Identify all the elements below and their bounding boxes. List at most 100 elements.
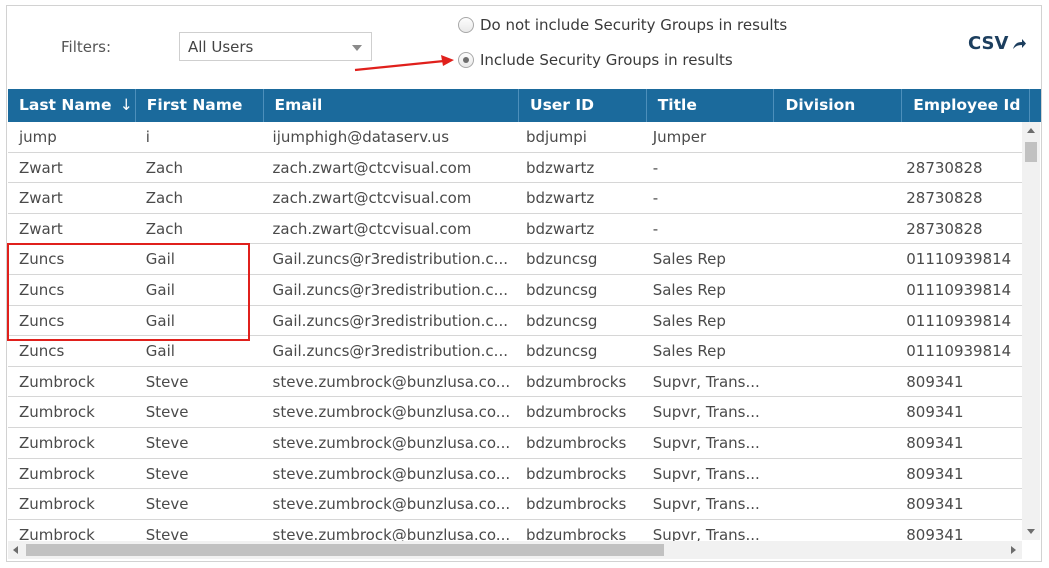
- cell-user-id: bdzumbrocks: [525, 495, 627, 514]
- horizontal-scrollbar[interactable]: [8, 541, 1022, 559]
- cell-user-id: bdzumbrocks: [525, 403, 627, 422]
- column-header-user-id[interactable]: User ID: [519, 89, 647, 122]
- cell-title: Sales Rep: [652, 250, 726, 269]
- table-row[interactable]: Zwart Zach zach.zwart@ctcvisual.com bdzwart…: [8, 183, 1022, 214]
- cell-first-name: Gail: [145, 250, 175, 269]
- cell-employee-id: 28730828: [906, 189, 983, 208]
- cell-user-id: bdzuncsg: [525, 280, 598, 299]
- cell-last-name: Zuncs: [19, 280, 65, 299]
- export-arrow-icon: [1013, 38, 1027, 49]
- cell-division: [768, 489, 895, 519]
- scroll-up-icon[interactable]: [1027, 128, 1035, 133]
- cell-title: Supvr, Trans...: [652, 403, 760, 422]
- cell-email: Gail.zuncs@r3redistribution.c...: [272, 342, 508, 361]
- column-header-first-name[interactable]: First Name: [136, 89, 264, 122]
- cell-last-name: Zumbrock: [19, 403, 95, 422]
- cell-division: [768, 244, 895, 274]
- cell-last-name: Zumbrock: [19, 433, 95, 452]
- column-header-label: Email: [274, 96, 323, 114]
- cell-first-name: Gail: [145, 342, 175, 361]
- cell-email: ijumphigh@dataserv.us: [272, 128, 450, 146]
- cell-last-name: Zumbrock: [19, 495, 95, 514]
- column-header-employee-id[interactable]: Employee Id: [902, 89, 1030, 122]
- cell-title: Sales Rep: [652, 280, 726, 299]
- cell-employee-id: 28730828: [906, 158, 983, 177]
- cell-user-id: bdzumbrocks: [525, 372, 627, 391]
- cell-first-name: Steve: [145, 403, 189, 422]
- csv-export-button[interactable]: CSV: [968, 33, 1027, 54]
- cell-division: [768, 397, 895, 427]
- table-row[interactable]: jump i ijumphigh@dataserv.us bdjumpi Jumper: [8, 122, 1022, 153]
- cell-employee-id: [895, 122, 1022, 152]
- cell-title: -: [652, 189, 659, 208]
- table-body: jump i ijumphigh@dataserv.us bdjumpi Jumper Z…: [8, 122, 1022, 551]
- table-row[interactable]: Zwart Zach zach.zwart@ctcvisual.com bdzwart…: [8, 213, 1022, 245]
- column-header-label: User ID: [529, 96, 594, 114]
- cell-email: zach.zwart@ctcvisual.com: [272, 189, 472, 208]
- include-security-groups-option[interactable]: Include Security Groups in results: [458, 49, 733, 71]
- cell-email: zach.zwart@ctcvisual.com: [272, 219, 472, 238]
- cell-user-id: bdzumbrocks: [525, 433, 627, 452]
- cell-user-id: bdzwartz: [525, 219, 595, 238]
- scroll-down-icon[interactable]: [1027, 529, 1035, 534]
- cell-employee-id: 01110939814: [906, 250, 1012, 269]
- scrollbar-thumb[interactable]: [1025, 142, 1037, 162]
- column-header-division[interactable]: Division: [774, 89, 903, 122]
- scroll-right-icon[interactable]: [1011, 546, 1016, 554]
- cell-first-name: Steve: [145, 372, 189, 391]
- radio-unchecked-icon[interactable]: [458, 17, 474, 33]
- cell-last-name: Zwart: [19, 158, 63, 177]
- cell-employee-id: 01110939814: [906, 311, 1012, 330]
- csv-label: CSV: [968, 33, 1009, 54]
- scrollbar-thumb[interactable]: [26, 544, 664, 556]
- table-row[interactable]: Zumbrock Steve steve.zumbrock@bunzlusa.co.…: [8, 397, 1022, 428]
- table-header: Last Name ↓ First Name Email User ID Tit…: [8, 89, 1041, 122]
- table-row[interactable]: Zuncs Gail Gail.zuncs@r3redistribution.c..…: [8, 244, 1022, 275]
- cell-email: steve.zumbrock@bunzlusa.co...: [272, 403, 511, 422]
- cell-title: Sales Rep: [652, 342, 726, 361]
- table-row[interactable]: Zuncs Gail Gail.zuncs@r3redistribution.c..…: [8, 274, 1022, 306]
- cell-first-name: Zach: [145, 158, 183, 177]
- table-row[interactable]: Zumbrock Steve steve.zumbrock@bunzlusa.co.…: [8, 489, 1022, 520]
- cell-employee-id: 809341: [906, 495, 964, 514]
- cell-division: [768, 275, 895, 305]
- cell-title: Sales Rep: [652, 311, 726, 330]
- column-header-email[interactable]: Email: [264, 89, 519, 122]
- table-row[interactable]: Zumbrock Steve steve.zumbrock@bunzlusa.co.…: [8, 458, 1022, 490]
- vertical-scrollbar[interactable]: [1022, 122, 1040, 540]
- cell-user-id: bdzuncsg: [525, 250, 598, 269]
- table-row[interactable]: Zumbrock Steve steve.zumbrock@bunzlusa.co.…: [8, 427, 1022, 459]
- table-row[interactable]: Zumbrock Steve steve.zumbrock@bunzlusa.co.…: [8, 366, 1022, 398]
- exclude-security-groups-option[interactable]: Do not include Security Groups in result…: [458, 14, 787, 36]
- cell-division: [768, 459, 895, 489]
- cell-first-name: Steve: [145, 495, 189, 514]
- cell-title: Supvr, Trans...: [652, 372, 760, 391]
- cell-email: zach.zwart@ctcvisual.com: [272, 158, 472, 177]
- cell-email: steve.zumbrock@bunzlusa.co...: [272, 464, 511, 483]
- cell-email: Gail.zuncs@r3redistribution.c...: [272, 250, 508, 269]
- cell-division: [768, 122, 895, 152]
- cell-user-id: bdzuncsg: [525, 342, 598, 361]
- scroll-left-icon[interactable]: [13, 546, 18, 554]
- cell-employee-id: 01110939814: [906, 342, 1012, 361]
- cell-email: steve.zumbrock@bunzlusa.co...: [272, 372, 511, 391]
- table-row[interactable]: Zuncs Gail Gail.zuncs@r3redistribution.c..…: [8, 336, 1022, 367]
- exclude-security-groups-label: Do not include Security Groups in result…: [480, 16, 788, 34]
- filters-label: Filters:: [61, 38, 112, 56]
- cell-division: [768, 153, 895, 183]
- cell-title: Jumper: [652, 128, 707, 146]
- column-header-last-name[interactable]: Last Name ↓: [8, 89, 136, 122]
- column-header-spacer: [1030, 89, 1041, 122]
- cell-last-name: Zuncs: [19, 311, 65, 330]
- chevron-down-icon: [352, 45, 362, 51]
- column-header-label: Title: [657, 96, 697, 114]
- cell-first-name: Steve: [145, 464, 189, 483]
- table-row[interactable]: Zuncs Gail Gail.zuncs@r3redistribution.c..…: [8, 305, 1022, 337]
- cell-first-name: Gail: [145, 311, 175, 330]
- user-filter-select[interactable]: All Users: [179, 32, 372, 61]
- table-row[interactable]: Zwart Zach zach.zwart@ctcvisual.com bdzwart…: [8, 152, 1022, 184]
- cell-division: [768, 306, 895, 336]
- column-header-title[interactable]: Title: [647, 89, 775, 122]
- radio-checked-icon[interactable]: [458, 52, 474, 68]
- cell-last-name: Zwart: [19, 189, 63, 208]
